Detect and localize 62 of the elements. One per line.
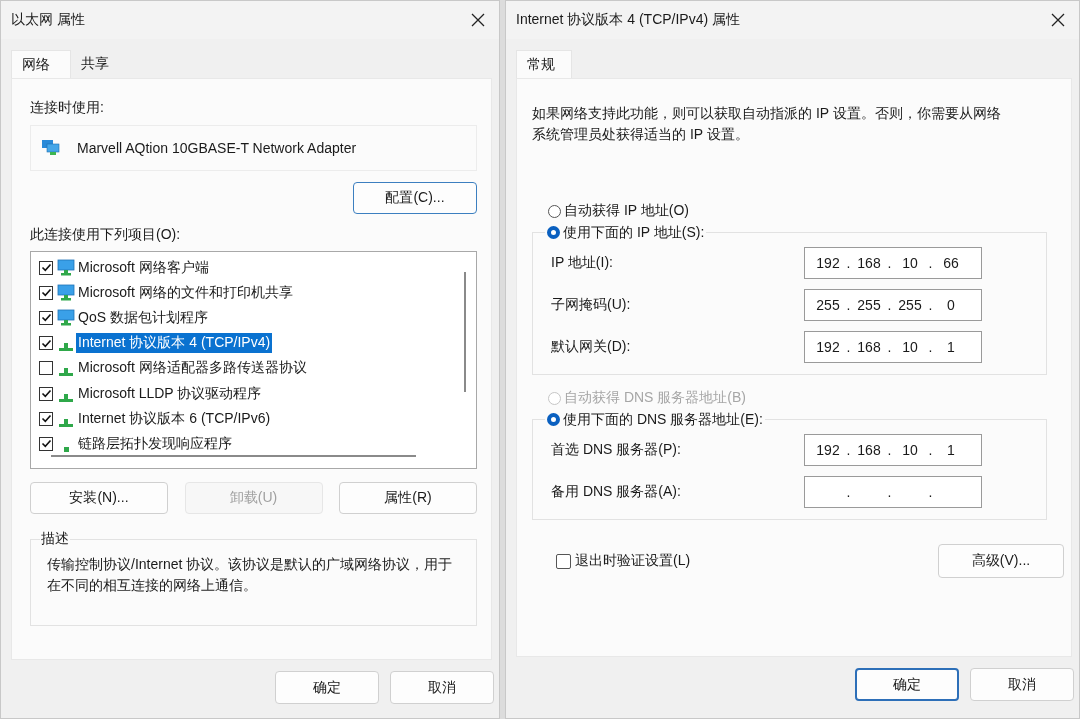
dialog-button[interactable]: 确定 [855, 668, 959, 701]
tab[interactable]: 常规 [516, 50, 572, 78]
scrollbar[interactable] [51, 455, 416, 457]
tab[interactable]: 共享 [71, 50, 119, 78]
checkbox-option[interactable]: 退出时验证设置(L) [532, 552, 691, 570]
intro-text: 如果网络支持此功能，则可以获取自动指派的 IP 设置。否则，你需要从网络系统管理员处获得适当的 IP 设置。 [532, 104, 1002, 144]
network-icon [63, 446, 69, 452]
checkbox[interactable] [39, 310, 53, 325]
dialog-button[interactable]: 确定 [275, 671, 379, 704]
list-item[interactable]: Internet 协议版本 6 (TCP/IPv6) [76, 408, 273, 429]
list-item[interactable]: Microsoft LLDP 协议驱动程序 [76, 383, 264, 404]
field-label: IP 地址(I): [551, 254, 613, 272]
list-item[interactable]: Microsoft 网络客户端 [76, 257, 211, 278]
adapter-name: Marvell AQtion 10GBASE-T Network Adapter [77, 140, 357, 156]
dialog-button[interactable]: 取消 [390, 671, 494, 704]
dialog-button[interactable]: 取消 [970, 668, 1074, 701]
ip-address-field[interactable]: . . . [804, 476, 982, 508]
action-button[interactable]: 属性(R) [339, 482, 477, 514]
list-item[interactable]: Microsoft 网络的文件和打印机共享 [76, 282, 295, 303]
scrollbar[interactable] [464, 272, 466, 392]
list-item[interactable]: 链路层拓扑发现响应程序 [76, 433, 234, 454]
ip-address-field[interactable]: 192 . 168 . 10 . 66 [804, 247, 982, 279]
action-button[interactable]: 安装(N)... [30, 482, 168, 514]
monitor-icon [57, 308, 75, 327]
ip-address-field[interactable]: 192 . 168 . 10 . 1 [804, 331, 982, 363]
checkbox[interactable] [39, 260, 53, 275]
list-item[interactable]: Microsoft 网络适配器多路传送器协议 [76, 358, 309, 379]
radio-option[interactable]: 使用下面的 DNS 服务器地址(E): [547, 410, 763, 429]
list-item[interactable]: QoS 数据包计划程序 [76, 307, 210, 328]
checkbox[interactable] [39, 285, 53, 300]
items-label: 此连接使用下列项目(O): [30, 226, 182, 244]
network-icon [59, 368, 73, 377]
close-icon[interactable] [1051, 13, 1065, 27]
description-text: 传输控制协议/Internet 协议。该协议是默认的广域网络协议，用于在不同的相互连接的网络上通信。 [47, 555, 454, 595]
checkbox[interactable] [39, 386, 53, 401]
list-item[interactable]: Internet 协议版本 4 (TCP/IPv4) [76, 333, 273, 354]
ip-address-field[interactable]: 255 . 255 . 255 . 0 [804, 289, 982, 321]
network-adapter-icon [41, 139, 61, 157]
network-icon [59, 343, 73, 352]
configure-button[interactable]: 配置(C)... [353, 182, 477, 214]
monitor-icon [57, 283, 75, 302]
network-icon [59, 418, 73, 427]
ip-address-field[interactable]: 192 . 168 . 10 . 1 [804, 434, 982, 466]
checkbox[interactable] [39, 336, 53, 351]
network-icon [59, 393, 73, 402]
checkbox[interactable] [39, 361, 53, 376]
field-label: 备用 DNS 服务器(A): [551, 483, 681, 501]
checkbox[interactable] [39, 411, 53, 426]
tab[interactable]: 网络 [11, 50, 71, 78]
close-icon[interactable] [471, 13, 485, 27]
field-label: 首选 DNS 服务器(P): [551, 441, 681, 459]
radio-option[interactable]: 自动获得 IP 地址(O) [548, 202, 689, 220]
advanced-button[interactable]: 高级(V)... [938, 544, 1064, 578]
window-title: 以太网 属性 [11, 11, 85, 29]
checkbox[interactable] [39, 436, 53, 451]
field-label: 子网掩码(U): [551, 296, 631, 314]
field-label: 默认网关(D): [551, 338, 631, 356]
window-title: Internet 协议版本 4 (TCP/IPv4) 属性 [516, 11, 741, 29]
monitor-icon [57, 258, 75, 277]
radio-option[interactable]: 使用下面的 IP 地址(S): [547, 223, 705, 242]
group-legend: 描述 [40, 530, 70, 548]
connect-using-label: 连接时使用: [30, 99, 105, 117]
